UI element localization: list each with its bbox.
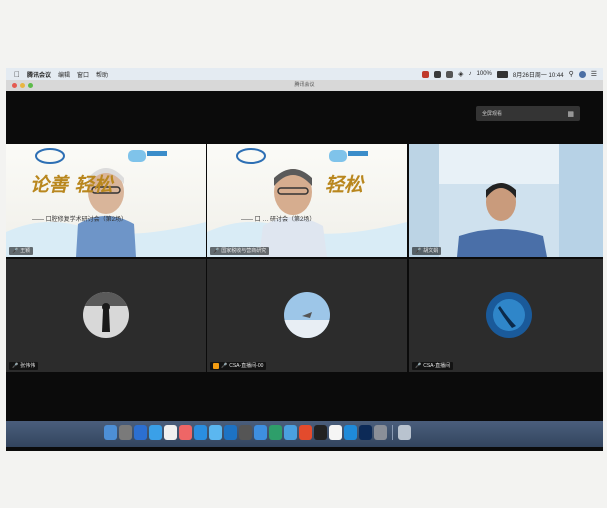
banner-calligraphy: 论善 轻松: [30, 174, 113, 196]
screen:  腾讯会议 编辑 窗口 帮助 ◈ ♪ 100% 8月26日周一 10:44 ⚲…: [6, 68, 603, 451]
mail-icon[interactable]: [254, 425, 267, 440]
status-app-icon[interactable]: [422, 70, 430, 78]
safari-icon[interactable]: [149, 425, 162, 440]
video-tile-5[interactable]: 🎤 CSA-直播间-00: [207, 259, 407, 372]
host-badge-icon: [213, 363, 219, 369]
menu-bar:  腾讯会议 编辑 窗口 帮助 ◈ ♪ 100% 8月26日周一 10:44 ⚲…: [6, 68, 603, 80]
participant-name: CSA-直播间: [423, 363, 451, 369]
menu-item-window[interactable]: 窗口: [77, 70, 89, 79]
participant-nameplate: 🎤 王颖: [9, 247, 34, 255]
muted-mic-icon: 🎤: [12, 363, 19, 369]
battery-icon[interactable]: [496, 70, 508, 78]
mic-icon: 🎤: [415, 248, 422, 254]
minimize-icon[interactable]: [20, 83, 25, 88]
video-frame: [409, 144, 603, 257]
status-display-icon[interactable]: [446, 70, 454, 78]
mic-icon: 🎤: [221, 363, 228, 369]
wifi-icon[interactable]: ◈: [458, 70, 463, 78]
apple-icon[interactable]: : [14, 70, 20, 79]
fullscreen-view-button[interactable]: 全屏观看 ▦: [476, 106, 580, 121]
dock: [6, 421, 603, 447]
banner-subtitle: —— 口腔修复学术研讨会（第2场）: [32, 217, 128, 223]
close-icon[interactable]: [12, 83, 17, 88]
maximize-icon[interactable]: [28, 83, 33, 88]
video-tile-1[interactable]: 论善 轻松 —— 口腔修复学术研讨会（第2场） 🎤 王颖: [6, 144, 206, 257]
video-tile-4[interactable]: 🎤 张伟伟: [6, 259, 206, 372]
photoshop-icon[interactable]: [359, 425, 372, 440]
participant-name: 国家税收与营商研究: [221, 248, 267, 254]
siri-icon[interactable]: [578, 70, 586, 78]
maps-icon[interactable]: [344, 425, 357, 440]
banner-decor: [6, 148, 206, 257]
avatar: [284, 292, 330, 338]
launchpad-icon[interactable]: [119, 425, 132, 440]
editor-icon[interactable]: [329, 425, 342, 440]
menu-item-help[interactable]: 帮助: [96, 70, 108, 79]
photos-icon[interactable]: [179, 425, 192, 440]
spotlight-icon[interactable]: ⚲: [569, 70, 574, 78]
control-center-icon[interactable]: ☰: [591, 70, 597, 78]
tv-icon[interactable]: [314, 425, 327, 440]
video-tile-2[interactable]: 轻松 —— 口 … 研讨会（第2场） 🎤 国家税收与营商研究: [207, 144, 407, 257]
folder-icon[interactable]: [374, 425, 387, 440]
mic-icon: 🎤: [415, 363, 422, 369]
participant-name: 张伟伟: [20, 363, 36, 369]
video-tile-3[interactable]: 🎤 胡文娟: [409, 144, 603, 257]
video-tile-6[interactable]: 🎤 CSA-直播间: [409, 259, 603, 372]
banner-subtitle: —— 口 … 研讨会（第2场）: [241, 217, 316, 223]
mic-icon: 🎤: [213, 248, 220, 254]
appstore-icon[interactable]: [134, 425, 147, 440]
participant-nameplate: 🎤 CSA-直播间: [412, 362, 454, 370]
participant-nameplate: 🎤 胡文娟: [412, 247, 442, 255]
finder-icon[interactable]: [104, 425, 117, 440]
battery-percent: 100%: [476, 71, 492, 77]
status-grid-icon[interactable]: [434, 70, 442, 78]
wechat-icon[interactable]: [284, 425, 297, 440]
calendar-icon[interactable]: [164, 425, 177, 440]
app-icon[interactable]: [224, 425, 237, 440]
participant-nameplate: 🎤 CSA-直播间-00: [210, 362, 267, 370]
participant-name: CSA-直播间-00: [229, 363, 264, 369]
dock-divider: [392, 425, 393, 440]
avatar: [486, 292, 532, 338]
volume-icon[interactable]: ♪: [469, 71, 472, 77]
trash-icon[interactable]: [398, 425, 411, 440]
clock[interactable]: 8月26日周一 10:44: [513, 70, 564, 79]
tencent-meeting-icon[interactable]: [209, 425, 222, 440]
banner-calligraphy: 轻松: [325, 174, 364, 196]
banner-decor: [207, 148, 407, 257]
window-title-bar: 腾讯会议: [6, 80, 603, 91]
participant-nameplate: 🎤 张伟伟: [9, 362, 39, 370]
chrome-icon[interactable]: [194, 425, 207, 440]
menu-item-edit[interactable]: 编辑: [58, 70, 70, 79]
avatar: [83, 292, 129, 338]
grid-icon[interactable]: ▦: [567, 110, 574, 118]
preview-icon[interactable]: [239, 425, 252, 440]
participant-name: 王颖: [20, 248, 31, 254]
music-icon[interactable]: [299, 425, 312, 440]
menu-app-name[interactable]: 腾讯会议: [27, 70, 51, 79]
participant-name: 胡文娟: [423, 248, 439, 254]
participant-nameplate: 🎤 国家税收与营商研究: [210, 247, 270, 255]
fullscreen-view-label: 全屏观看: [482, 111, 503, 117]
window-title: 腾讯会议: [294, 82, 315, 88]
mic-icon: 🎤: [12, 248, 19, 254]
numbers-icon[interactable]: [269, 425, 282, 440]
